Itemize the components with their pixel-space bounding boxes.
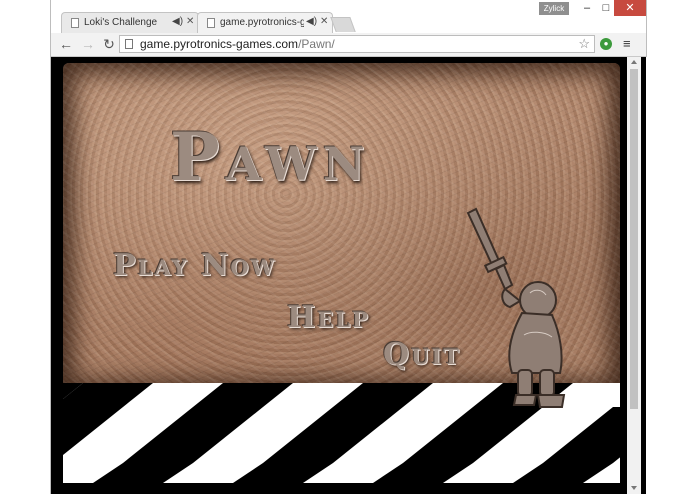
scroll-down-icon[interactable] bbox=[631, 486, 637, 490]
close-icon[interactable]: ✕ bbox=[320, 16, 328, 27]
extension-icon[interactable]: ● bbox=[600, 38, 612, 50]
tab-title: Loki's Challenge bbox=[84, 17, 158, 28]
url-text: game.pyrotronics-games.com/Pawn/ bbox=[140, 36, 335, 52]
address-bar[interactable]: game.pyrotronics-games.com/Pawn/ ☆ bbox=[119, 35, 595, 53]
reload-icon[interactable]: ↻ bbox=[100, 35, 118, 53]
forward-icon[interactable]: → bbox=[79, 35, 97, 53]
url-path: /Pawn/ bbox=[298, 37, 335, 51]
vertical-scrollbar[interactable] bbox=[627, 57, 641, 494]
page-icon bbox=[71, 18, 79, 28]
browser-toolbar: ← → ↻ game.pyrotronics-games.com/Pawn/ ☆… bbox=[51, 33, 646, 57]
speaker-icon[interactable]: ◀) bbox=[172, 16, 183, 27]
bookmark-star-icon[interactable]: ☆ bbox=[578, 36, 590, 52]
page-icon bbox=[125, 39, 133, 49]
tab-lokis-challenge[interactable]: Loki's Challenge ◀) ✕ bbox=[61, 12, 199, 33]
help-button[interactable]: Help bbox=[287, 300, 370, 335]
play-now-button[interactable]: Play Now bbox=[113, 248, 276, 283]
tab-game[interactable]: game.pyrotronics-gam ◀) ✕ bbox=[197, 12, 333, 33]
close-icon[interactable]: ✕ bbox=[186, 16, 194, 27]
menu-icon[interactable]: ≡ bbox=[623, 36, 631, 51]
scrollbar-thumb[interactable] bbox=[630, 69, 638, 409]
back-icon[interactable]: ← bbox=[57, 35, 75, 53]
browser-window: Loki's Challenge ◀) ✕ game.pyrotronics-g… bbox=[50, 0, 647, 57]
url-host: game.pyrotronics-games.com bbox=[140, 37, 299, 51]
tab-title: game.pyrotronics-gam bbox=[220, 17, 304, 28]
pawn-character bbox=[466, 207, 566, 408]
quit-button[interactable]: Quit bbox=[383, 337, 461, 372]
scroll-up-icon[interactable] bbox=[631, 60, 637, 64]
speaker-icon[interactable]: ◀) bbox=[306, 16, 317, 27]
new-tab-button[interactable] bbox=[330, 17, 356, 32]
close-window-icon[interactable]: ✕ bbox=[614, 0, 646, 16]
game-title: Pawn bbox=[170, 118, 371, 196]
tab-strip: Loki's Challenge ◀) ✕ game.pyrotronics-g… bbox=[51, 0, 646, 33]
page-icon bbox=[207, 18, 215, 28]
user-badge[interactable]: Zylick bbox=[539, 2, 569, 15]
